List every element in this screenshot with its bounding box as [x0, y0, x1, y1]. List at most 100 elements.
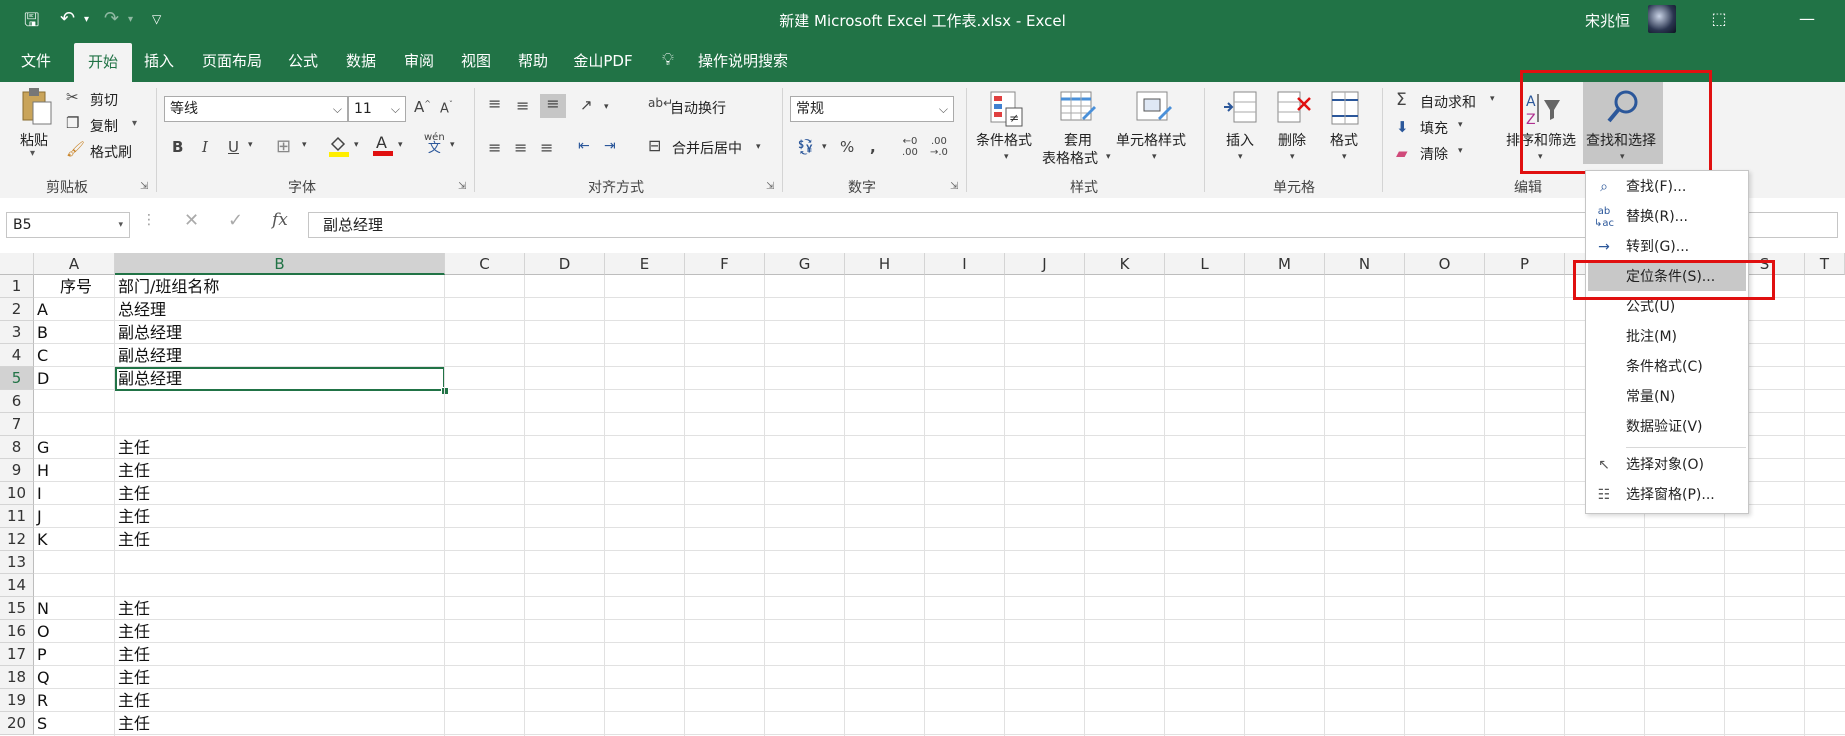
align-top-icon[interactable]: ≡	[488, 94, 501, 113]
column-header[interactable]: D	[525, 253, 605, 275]
column-header[interactable]: T	[1805, 253, 1845, 275]
cell-a[interactable]: K	[34, 528, 115, 551]
format-cells-dropdown-icon[interactable]: ▾	[1342, 152, 1347, 162]
menu-item-replace[interactable]: ab ↳ac 替换(R)...	[1586, 203, 1748, 231]
row-header[interactable]: 11	[0, 505, 34, 528]
cell-b[interactable]: 副总经理	[115, 344, 445, 367]
align-left-icon[interactable]: ≡	[488, 138, 501, 157]
cell-a[interactable]: G	[34, 436, 115, 459]
tab-file[interactable]: 文件	[10, 40, 62, 82]
row-header[interactable]: 2	[0, 298, 34, 321]
cell-a[interactable]: P	[34, 643, 115, 666]
cut-icon[interactable]: ✂	[66, 88, 79, 106]
cell-a[interactable]	[34, 390, 115, 413]
row-header[interactable]: 9	[0, 459, 34, 482]
conditional-format-button[interactable]: 条件格式	[976, 130, 1032, 150]
cell-b[interactable]	[115, 413, 445, 436]
row-header[interactable]: 3	[0, 321, 34, 344]
menu-item-comments[interactable]: 批注(M)	[1586, 323, 1748, 351]
autosum-button[interactable]: 自动求和	[1420, 92, 1476, 112]
cell-b[interactable]	[115, 574, 445, 597]
insert-cells-icon[interactable]	[1222, 90, 1258, 132]
clipboard-launcher-icon[interactable]: ⇲	[140, 181, 148, 192]
increase-font-icon[interactable]: A^	[414, 98, 431, 116]
cell-a[interactable]: C	[34, 344, 115, 367]
conditional-format-icon[interactable]: ≠	[990, 90, 1024, 132]
bold-icon[interactable]: B	[172, 138, 183, 156]
ribbon-display-icon[interactable]: ⬚	[1704, 6, 1734, 32]
autosum-icon[interactable]: Σ	[1396, 90, 1407, 110]
clear-button[interactable]: 清除	[1420, 144, 1448, 164]
cell-b[interactable]: 主任	[115, 597, 445, 620]
column-header[interactable]: N	[1325, 253, 1405, 275]
column-header[interactable]: H	[845, 253, 925, 275]
decrease-font-icon[interactable]: Aˇ	[440, 100, 453, 116]
tab-home[interactable]: 开始	[74, 43, 132, 82]
column-header[interactable]: E	[605, 253, 685, 275]
row-header[interactable]: 13	[0, 551, 34, 574]
row-header[interactable]: 1	[0, 275, 34, 298]
cell-b[interactable]: 主任	[115, 482, 445, 505]
tab-view[interactable]: 视图	[455, 40, 497, 82]
menu-item-select-objects[interactable]: ↖ 选择对象(O)	[1586, 451, 1748, 479]
column-header[interactable]: O	[1405, 253, 1485, 275]
delete-cells-button[interactable]: 删除	[1278, 130, 1306, 150]
menu-item-data-validation[interactable]: 数据验证(V)	[1586, 413, 1748, 441]
border-dropdown-icon[interactable]: ▾	[302, 140, 307, 150]
tell-me-search[interactable]: 操作说明搜索	[694, 40, 792, 82]
column-header[interactable]: J	[1005, 253, 1085, 275]
row-header[interactable]: 10	[0, 482, 34, 505]
column-header[interactable]: M	[1245, 253, 1325, 275]
cell-a[interactable]: B	[34, 321, 115, 344]
cell-b[interactable]: 主任	[115, 505, 445, 528]
autosum-dropdown-icon[interactable]: ▾	[1490, 94, 1495, 104]
row-header[interactable]: 6	[0, 390, 34, 413]
font-color-dropdown-icon[interactable]: ▾	[398, 140, 403, 150]
cell-b[interactable]	[115, 390, 445, 413]
paste-dropdown-icon[interactable]: ▾	[30, 148, 35, 159]
cell-b[interactable]: 主任	[115, 712, 445, 735]
cell-b[interactable]: 主任	[115, 643, 445, 666]
row-header[interactable]: 17	[0, 643, 34, 666]
row-header[interactable]: 18	[0, 666, 34, 689]
currency-icon[interactable]: 💱︎	[796, 138, 815, 156]
tab-kingsoft-pdf[interactable]: 金山PDF	[570, 40, 636, 82]
enter-icon[interactable]: ✓	[228, 210, 243, 231]
format-as-table-button[interactable]: 表格格式	[1042, 148, 1098, 168]
menu-item-constants[interactable]: 常量(N)	[1586, 383, 1748, 411]
format-as-table-icon[interactable]	[1060, 90, 1096, 132]
phonetic-dropdown-icon[interactable]: ▾	[450, 140, 455, 150]
increase-decimal-icon[interactable]: ←0.00	[902, 136, 918, 158]
font-size-select[interactable]: 11 ⌵	[348, 96, 406, 122]
user-name[interactable]: 宋兆恒	[1585, 10, 1630, 31]
cell-a[interactable]: O	[34, 620, 115, 643]
format-painter-button[interactable]: 格式刷	[90, 142, 132, 162]
name-box-dropdown-icon[interactable]: ▾	[118, 213, 123, 237]
copy-icon[interactable]: ❐	[66, 114, 79, 132]
underline-dropdown-icon[interactable]: ▾	[248, 140, 253, 150]
menu-item-selection-pane[interactable]: ☷ 选择窗格(P)...	[1586, 481, 1748, 509]
cell-a[interactable]: R	[34, 689, 115, 712]
align-middle-icon[interactable]: ≡	[516, 96, 529, 115]
tab-formulas[interactable]: 公式	[282, 40, 324, 82]
cell-b[interactable]: 副总经理	[115, 321, 445, 344]
format-cells-button[interactable]: 格式	[1330, 130, 1358, 150]
cell-a[interactable]: H	[34, 459, 115, 482]
cell-b[interactable]: 主任	[115, 459, 445, 482]
row-header[interactable]: 16	[0, 620, 34, 643]
column-header[interactable]: L	[1165, 253, 1245, 275]
copy-button[interactable]: 复制	[90, 116, 118, 136]
alignment-launcher-icon[interactable]: ⇲	[766, 181, 774, 192]
menu-item-find[interactable]: ⌕ 查找(F)...	[1586, 173, 1748, 201]
column-header[interactable]: A	[34, 253, 115, 275]
row-header[interactable]: 7	[0, 413, 34, 436]
column-header[interactable]: G	[765, 253, 845, 275]
row-header[interactable]: 19	[0, 689, 34, 712]
cell-b[interactable]: 部门/班组名称	[115, 275, 445, 298]
tab-review[interactable]: 审阅	[398, 40, 440, 82]
cell-b[interactable]: 主任	[115, 666, 445, 689]
insert-function-icon[interactable]: fx	[272, 210, 288, 230]
delete-cells-icon[interactable]	[1276, 90, 1312, 132]
align-center-icon[interactable]: ≡	[514, 138, 527, 157]
cell-styles-icon[interactable]	[1136, 90, 1172, 132]
